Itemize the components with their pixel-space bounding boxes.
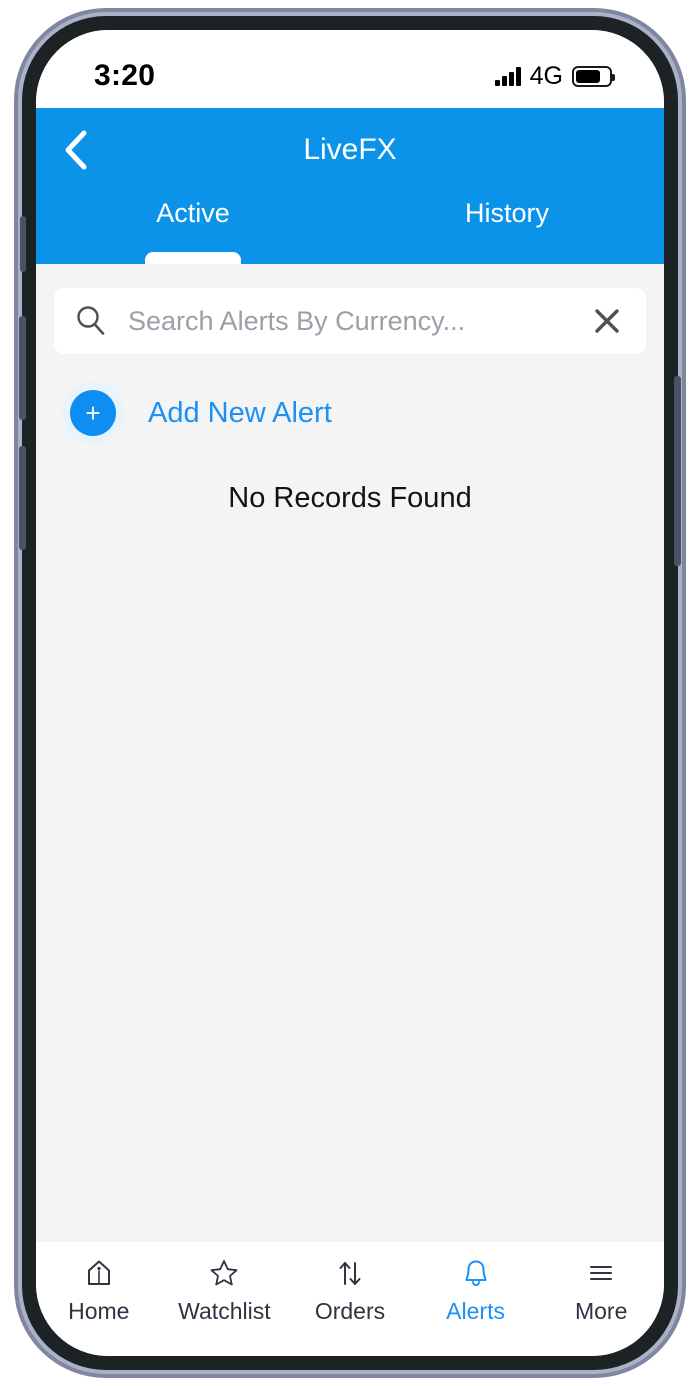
page-title: LiveFX — [303, 133, 397, 166]
nav-item-watchlist[interactable]: Watchlist — [162, 1256, 288, 1325]
phone-body: 3:20 4G LiveFX Active History Search Ale… — [19, 16, 681, 1370]
power-button[interactable] — [674, 376, 681, 566]
nav-item-alerts[interactable]: Alerts — [413, 1256, 539, 1325]
add-new-alert-button[interactable]: + Add New Alert — [54, 382, 332, 444]
header-top-bar: LiveFX — [36, 108, 664, 192]
star-icon — [208, 1256, 240, 1290]
back-button[interactable] — [52, 127, 98, 173]
nav-item-home[interactable]: Home — [36, 1256, 162, 1325]
main-content: + Add New Alert No Records Found — [36, 264, 664, 1242]
nav-label-orders: Orders — [314, 1298, 386, 1324]
battery-icon — [572, 65, 615, 87]
chevron-left-icon — [65, 130, 87, 170]
empty-state-message: No Records Found — [228, 482, 472, 514]
swap-arrows-icon — [334, 1256, 366, 1290]
volume-down-button[interactable] — [19, 446, 26, 550]
status-bar: 3:20 4G — [36, 30, 664, 108]
cellular-signal-icon — [495, 66, 521, 86]
nav-item-orders[interactable]: Orders — [287, 1256, 413, 1325]
phone-rim: 3:20 4G LiveFX Active History Search Ale… — [18, 12, 682, 1374]
header-tabs: Active History — [36, 192, 664, 264]
network-type-label: 4G — [529, 61, 563, 90]
tab-history[interactable]: History — [350, 192, 664, 264]
search-icon — [74, 304, 108, 338]
add-button-halo: + — [62, 382, 124, 444]
hamburger-icon — [585, 1256, 617, 1290]
volume-up-button[interactable] — [19, 316, 26, 420]
search-bar[interactable] — [54, 288, 646, 354]
tab-history-label: History — [464, 198, 549, 228]
tab-active-indicator — [145, 252, 241, 264]
nav-item-more[interactable]: More — [538, 1256, 664, 1325]
bell-icon — [460, 1256, 492, 1290]
bottom-navigation-bar: Home Watchlist Orders Alerts More — [36, 1242, 664, 1356]
phone-frame: 3:20 4G LiveFX Active History Search Ale… — [14, 8, 686, 1378]
home-icon — [83, 1256, 115, 1290]
search-input[interactable] — [126, 304, 580, 338]
add-new-alert-label: Add New Alert — [148, 396, 332, 429]
plus-icon: + — [70, 390, 116, 436]
tab-active-label: Active — [156, 198, 230, 228]
nav-label-more: More — [574, 1298, 628, 1324]
tab-active[interactable]: Active — [36, 192, 350, 264]
nav-label-home: Home — [68, 1298, 130, 1324]
status-bar-indicators: 4G — [495, 50, 615, 90]
phone-screen: 3:20 4G LiveFX Active History Search Ale… — [36, 30, 664, 1356]
nav-label-watchlist: Watchlist — [178, 1298, 271, 1324]
silent-switch-button[interactable] — [20, 216, 26, 272]
status-bar-clock: 3:20 — [94, 59, 156, 92]
nav-label-alerts: Alerts — [446, 1298, 505, 1324]
app-header: LiveFX Active History — [36, 108, 664, 264]
clear-search-button[interactable] — [580, 304, 624, 338]
close-icon — [595, 309, 619, 333]
